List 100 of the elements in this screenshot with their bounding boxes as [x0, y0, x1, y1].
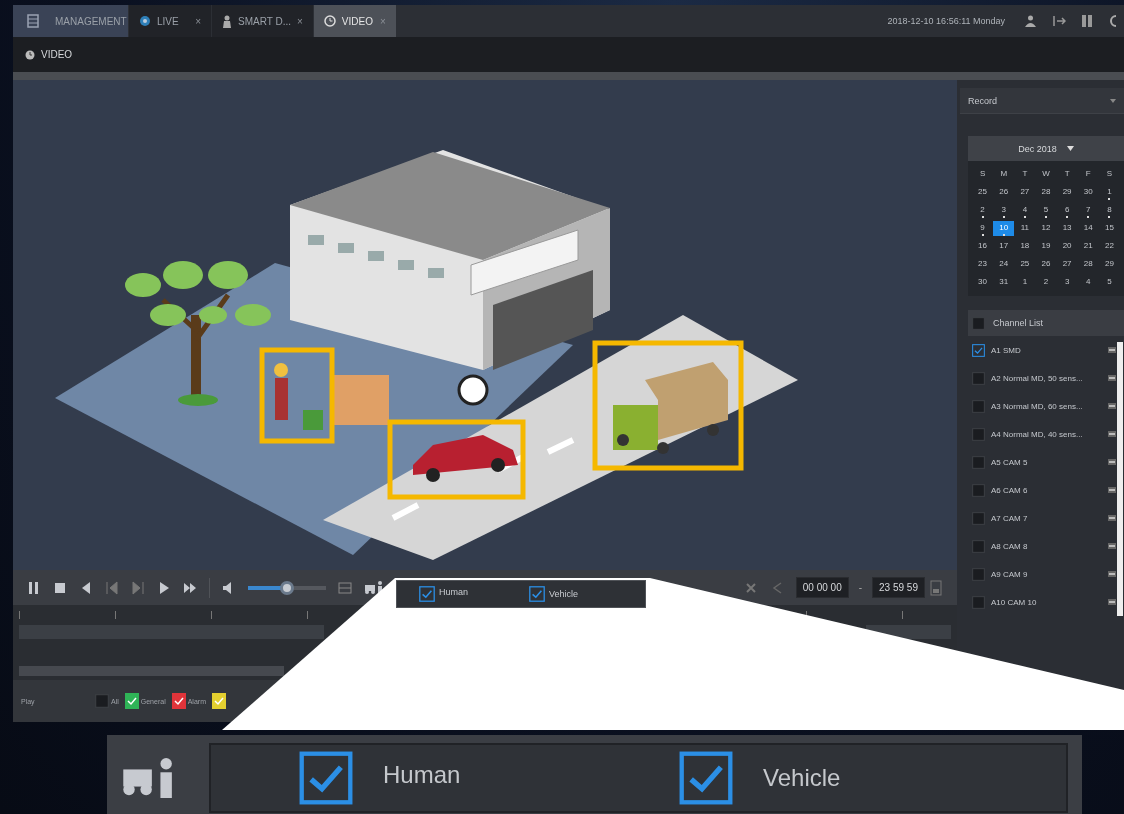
calendar-day[interactable]: 14 [1077, 221, 1099, 236]
channel-item[interactable]: A4 Normal MD, 40 sens... [968, 420, 1116, 448]
calendar-day[interactable]: 26 [1035, 257, 1057, 272]
scrollbar[interactable] [1117, 342, 1123, 616]
checkbox[interactable] [972, 455, 985, 469]
checkbox[interactable] [972, 483, 985, 497]
calendar-day[interactable]: 2 [1035, 275, 1057, 290]
channel-item[interactable]: A3 Normal MD, 60 sens... [968, 392, 1116, 420]
stream-icon[interactable] [1108, 543, 1116, 549]
calendar-day[interactable]: 26 [993, 185, 1015, 200]
checkbox[interactable] [299, 750, 353, 805]
checkbox[interactable] [972, 316, 985, 330]
close-icon[interactable]: × [297, 15, 303, 27]
calendar-day[interactable]: 20 [1056, 239, 1078, 254]
calendar-day[interactable]: 2 [972, 203, 994, 218]
record-type-dropdown[interactable]: Record [960, 88, 1124, 114]
calendar-day[interactable]: 17 [993, 239, 1015, 254]
channel-item[interactable]: A7 CAM 7 [968, 504, 1116, 532]
calendar-day[interactable]: 18 [1014, 239, 1036, 254]
stream-icon[interactable] [1108, 347, 1116, 353]
end-time-field[interactable]: 23 59 59 [872, 577, 925, 598]
stream-icon[interactable] [1108, 487, 1116, 493]
timeline-scrollbar[interactable] [19, 666, 284, 676]
checkbox[interactable] [972, 399, 985, 413]
checkbox[interactable] [972, 371, 985, 385]
calendar-day[interactable]: 28 [1077, 257, 1099, 272]
channel-item[interactable]: A8 CAM 8 [968, 532, 1116, 560]
calendar-day[interactable]: 6 [1056, 203, 1078, 218]
calendar-day[interactable]: 29 [1098, 257, 1120, 272]
calendar-day[interactable]: 19 [1035, 239, 1057, 254]
calendar-day[interactable]: 3 [1056, 275, 1078, 290]
checkbox[interactable] [972, 427, 985, 441]
record-type-checkbox[interactable] [124, 693, 139, 709]
checkbox[interactable] [972, 343, 985, 357]
checkbox[interactable] [972, 539, 985, 553]
stream-icon[interactable] [1108, 403, 1116, 409]
close-icon[interactable]: × [195, 15, 201, 27]
channel-item[interactable]: A6 CAM 6 [968, 476, 1116, 504]
calendar-day[interactable]: 12 [1035, 221, 1057, 236]
calendar-day[interactable]: 5 [1098, 275, 1120, 290]
channel-item[interactable]: A5 CAM 5 [968, 448, 1116, 476]
calendar-day[interactable]: 30 [972, 275, 994, 290]
next-frame-icon[interactable] [131, 579, 145, 596]
calendar-day[interactable]: 7 [1077, 203, 1099, 218]
calendar-day[interactable]: 25 [1014, 257, 1036, 272]
channel-item[interactable]: A9 CAM 9 [968, 560, 1116, 588]
channel-item[interactable]: A1 SMD [968, 336, 1116, 364]
calendar-day[interactable]: 21 [1077, 239, 1099, 254]
save-icon[interactable] [929, 579, 943, 596]
start-time-field[interactable]: 00 00 00 [795, 577, 849, 598]
calendar-day[interactable]: 5 [1035, 203, 1057, 218]
vehicle-person-icon[interactable] [364, 580, 384, 595]
calendar-day[interactable]: 3 [993, 203, 1015, 218]
calendar-day[interactable]: 4 [1077, 275, 1099, 290]
calendar-day[interactable]: 29 [1056, 185, 1078, 200]
calendar-day[interactable]: 23 [972, 257, 994, 272]
calendar-day[interactable]: 27 [1014, 185, 1036, 200]
calendar-day[interactable]: 10 [993, 221, 1015, 236]
slider-thumb[interactable] [280, 580, 294, 595]
checkbox[interactable] [679, 750, 733, 805]
record-type-checkbox[interactable] [171, 693, 186, 709]
caret-icon[interactable] [1066, 146, 1074, 151]
calendar-day[interactable]: 9 [972, 221, 994, 236]
calendar-day[interactable]: 13 [1056, 221, 1078, 236]
play-icon[interactable] [157, 579, 171, 596]
stream-icon[interactable] [1108, 431, 1116, 437]
calendar-day[interactable]: 1 [1098, 185, 1120, 200]
checkbox[interactable] [419, 586, 435, 602]
calendar-day[interactable]: 16 [972, 239, 994, 254]
calendar-day[interactable]: 24 [993, 257, 1015, 272]
calendar-day[interactable]: 11 [1014, 221, 1036, 236]
checkbox[interactable] [529, 586, 545, 602]
pause-icon[interactable] [27, 579, 41, 596]
calendar-day[interactable]: 8 [1098, 203, 1120, 218]
channel-item[interactable]: A2 Normal MD, 50 sens... [968, 364, 1116, 392]
checkbox[interactable] [95, 694, 109, 708]
calendar-day[interactable]: 27 [1056, 257, 1078, 272]
calendar-day[interactable]: 4 [1014, 203, 1036, 218]
calendar-day[interactable]: 28 [1035, 185, 1057, 200]
stream-icon[interactable] [1108, 375, 1116, 381]
calendar-day[interactable]: 31 [993, 275, 1015, 290]
logout-icon[interactable] [1052, 15, 1066, 27]
stream-icon[interactable] [1108, 599, 1116, 605]
calendar-day[interactable]: 22 [1098, 239, 1120, 254]
checkbox[interactable] [972, 595, 985, 609]
checkbox[interactable] [972, 567, 985, 581]
user-icon[interactable] [1025, 15, 1036, 27]
previous-frame-icon[interactable] [105, 579, 119, 596]
timeline-track[interactable] [19, 625, 324, 639]
stream-icon[interactable] [1108, 459, 1116, 465]
calendar-day[interactable]: 15 [1098, 221, 1120, 236]
tab[interactable]: SMART D... × [212, 5, 313, 37]
stream-icon[interactable] [1108, 515, 1116, 521]
record-type-checkbox[interactable] [211, 693, 226, 709]
calendar-day[interactable]: 30 [1077, 185, 1099, 200]
checkbox[interactable] [972, 511, 985, 525]
calendar-day[interactable]: 1 [1014, 275, 1036, 290]
stream-icon[interactable] [1108, 571, 1116, 577]
month-label[interactable]: Dec 2018 [1018, 143, 1057, 154]
calendar-day[interactable]: 25 [972, 185, 994, 200]
